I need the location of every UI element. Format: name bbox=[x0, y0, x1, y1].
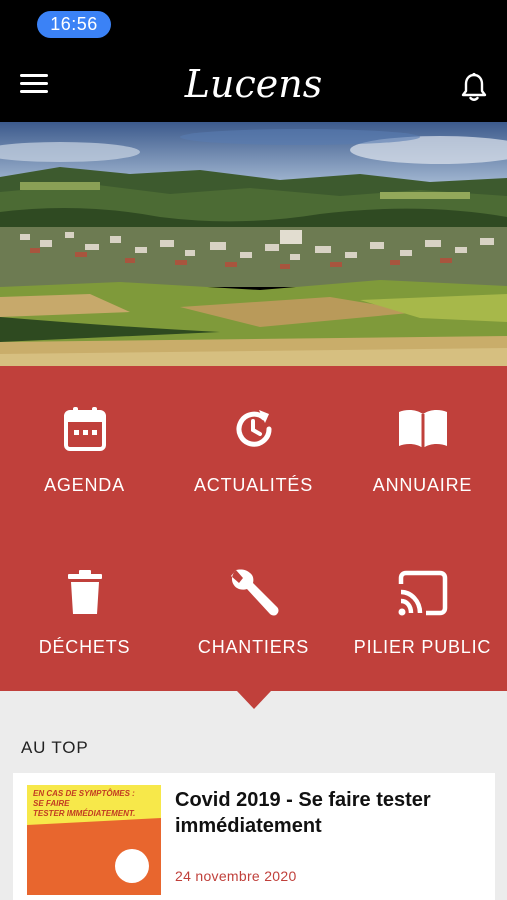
article-card[interactable]: EN CAS DE SYMPTÔMES : SE FAIRE TESTER IM… bbox=[13, 773, 495, 900]
tile-label: CHANTIERS bbox=[197, 637, 310, 657]
tile-label: AGENDA bbox=[44, 475, 125, 495]
bell-icon[interactable] bbox=[461, 72, 487, 102]
tile-annuaire[interactable]: ANNUAIRE bbox=[338, 366, 507, 528]
tile-chantiers[interactable]: CHANTIERS bbox=[169, 528, 338, 690]
thumbnail-badge bbox=[115, 849, 149, 883]
trash-icon bbox=[0, 570, 169, 620]
refresh-clock-icon bbox=[169, 406, 338, 456]
tile-label: DÉCHETS bbox=[38, 637, 131, 657]
article-title: Covid 2019 - Se faire tester immédiateme… bbox=[175, 789, 431, 837]
quick-links-grid: AGENDA ACTUALITÉS ANNUAIRE DÉCHETS CHANT… bbox=[0, 366, 507, 691]
nav-bar: Lucens bbox=[0, 48, 507, 122]
section-title: AU TOP bbox=[21, 738, 89, 757]
article-date: 24 novembre 2020 bbox=[175, 868, 297, 884]
article-thumbnail: EN CAS DE SYMPTÔMES : SE FAIRE TESTER IM… bbox=[27, 785, 161, 895]
tile-label: PILIER PUBLIC bbox=[353, 637, 492, 657]
tile-pilier-public[interactable]: PILIER PUBLIC bbox=[338, 528, 507, 690]
status-bar: 16:56 bbox=[0, 0, 507, 48]
app-logo: Lucens bbox=[184, 62, 323, 106]
calendar-icon bbox=[0, 406, 169, 456]
tile-agenda[interactable]: AGENDA bbox=[0, 366, 169, 528]
open-book-icon bbox=[338, 406, 507, 456]
tile-label: ANNUAIRE bbox=[372, 475, 473, 495]
tiles-pointer-notch bbox=[237, 691, 271, 709]
tile-dechets[interactable]: DÉCHETS bbox=[0, 528, 169, 690]
tile-label: ACTUALITÉS bbox=[193, 475, 314, 495]
cast-icon bbox=[338, 570, 507, 620]
tile-actualites[interactable]: ACTUALITÉS bbox=[169, 366, 338, 528]
wrench-icon bbox=[169, 568, 338, 618]
status-time: 16:56 bbox=[37, 11, 111, 38]
hero-landscape-image bbox=[0, 122, 507, 366]
content-area: AU TOP EN CAS DE SYMPTÔMES : SE FAIRE TE… bbox=[0, 691, 507, 900]
